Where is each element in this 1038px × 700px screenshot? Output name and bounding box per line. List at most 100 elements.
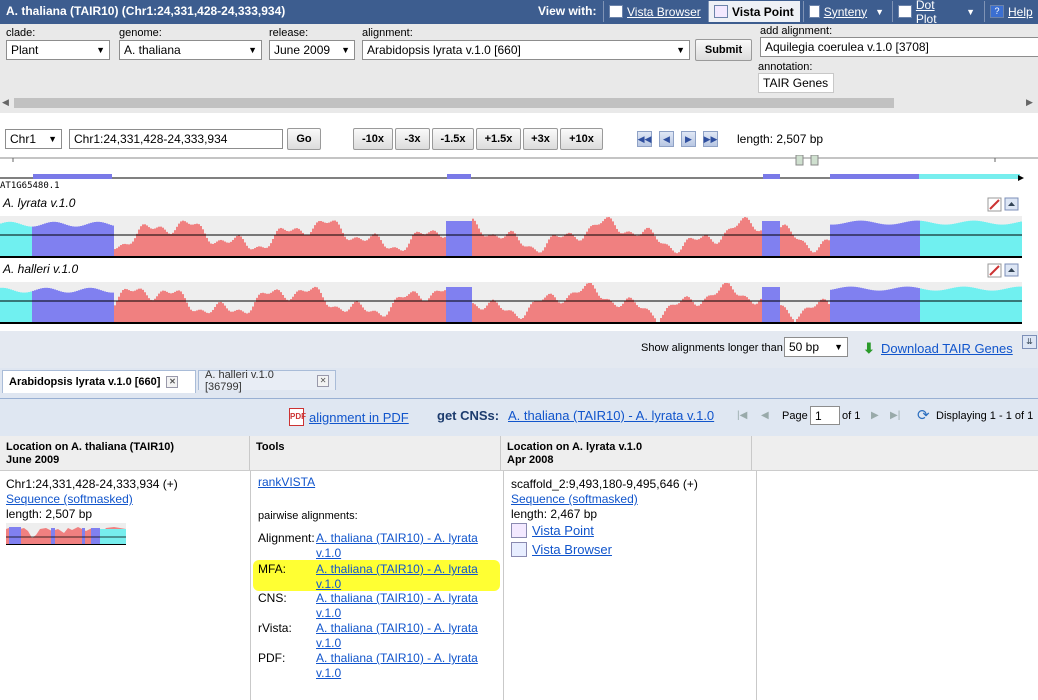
tab-arabidopsis-lyrata[interactable]: Arabidopsis lyrata v.1.0 [660] ✕ — [2, 370, 196, 393]
submit-button[interactable]: Submit — [695, 39, 752, 61]
download-genes-link[interactable]: Download TAIR Genes — [881, 341, 1013, 356]
conservation-bar — [590, 226, 592, 257]
conservation-bar — [696, 305, 698, 323]
dot-plot-icon — [898, 5, 912, 18]
conservation-bar — [966, 286, 968, 323]
scrollbar-thumb[interactable] — [14, 98, 894, 108]
prev-page-icon[interactable]: ◀ — [761, 410, 769, 421]
conservation-bar — [924, 289, 926, 323]
zoom-out-10x-button[interactable]: -10x — [353, 128, 393, 150]
conservation-bar — [962, 286, 964, 323]
conservation-bar — [898, 287, 900, 323]
tab-dot-plot[interactable]: Dot Plot ▼ — [892, 0, 980, 26]
close-icon[interactable]: ✕ — [166, 376, 179, 388]
column-header-location-thaliana[interactable]: Location on A. thaliana (TAIR10) June 20… — [0, 436, 250, 470]
expand-icon[interactable]: ⇊ — [1022, 335, 1037, 349]
tool-link-cns[interactable]: A. thaliana (TAIR10) - A. lyrata v.1.0 — [316, 591, 478, 621]
tab-synteny[interactable]: Synteny ▼ — [803, 1, 889, 22]
conservation-bar — [694, 239, 696, 257]
tool-link-mfa[interactable]: A. thaliana (TAIR10) - A. lyrata v.1.0 — [316, 562, 478, 592]
conservation-bar — [26, 292, 28, 323]
conservation-bar — [624, 300, 626, 323]
track-edit-icon[interactable] — [987, 197, 1002, 212]
conservation-bar — [62, 223, 64, 257]
tab-vista-point[interactable]: Vista Point — [708, 1, 800, 22]
conservation-bar — [218, 240, 220, 257]
alignment-pdf-link[interactable]: alignment in PDF — [309, 410, 409, 425]
jump-right-icon[interactable]: ▶▶ — [703, 131, 718, 147]
conservation-bar — [200, 309, 202, 323]
conservation-bar — [88, 287, 90, 323]
tab-vista-browser[interactable]: Vista Browser — [603, 1, 707, 22]
conservation-bar — [726, 230, 728, 257]
zoom-in-1-5x-button[interactable]: +1.5x — [476, 128, 521, 150]
step-right-icon[interactable]: ▶ — [681, 131, 696, 147]
conservation-bar — [558, 236, 560, 257]
add-alignment-select[interactable]: Aquilegia coerulea v.1.0 [3708] — [760, 37, 1038, 57]
step-left-icon[interactable]: ◀ — [659, 131, 674, 147]
zoom-in-10x-button[interactable]: +10x — [560, 128, 603, 150]
genome-select[interactable]: A. thaliana ▼ — [119, 40, 262, 60]
tool-link-rvista[interactable]: A. thaliana (TAIR10) - A. lyrata v.1.0 — [316, 621, 478, 651]
lyrata-sequence-link[interactable]: Sequence (softmasked) — [511, 492, 638, 507]
conservation-bar — [508, 310, 510, 323]
conservation-bar — [562, 236, 564, 257]
rankvista-link[interactable]: rankVISTA — [258, 475, 315, 490]
conservation-bar — [1006, 288, 1008, 323]
collapse-icon[interactable] — [1004, 197, 1019, 211]
annotation-select[interactable]: TAIR Genes — [758, 73, 834, 93]
conservation-bar — [856, 287, 858, 323]
tool-link-pdf[interactable]: A. thaliana (TAIR10) - A. lyrata v.1.0 — [316, 651, 478, 681]
conservation-bar — [308, 290, 310, 323]
conservation-bar — [424, 301, 426, 323]
thaliana-sequence-link[interactable]: Sequence (softmasked) — [6, 492, 133, 507]
tab-halleri-label: A. halleri v.1.0 [36799] — [205, 368, 274, 393]
last-page-icon[interactable]: ▶| — [890, 410, 900, 421]
conservation-bar — [550, 236, 552, 257]
tab-a-halleri[interactable]: A. halleri v.1.0 [36799] ✕ — [198, 368, 336, 393]
close-icon[interactable]: ✕ — [317, 374, 329, 387]
conservation-bar — [802, 310, 804, 323]
tab-help[interactable]: ? Help — [984, 1, 1038, 22]
header-line: Location on A. thaliana (TAIR10) — [6, 441, 175, 453]
conservation-bar — [470, 287, 472, 323]
page-input[interactable]: 1 — [810, 406, 840, 425]
column-header-tools[interactable]: Tools — [250, 436, 501, 470]
first-page-icon[interactable]: |◀ — [737, 410, 747, 421]
vista-browser-link[interactable]: Vista Browser — [532, 542, 612, 557]
vista-point-link[interactable]: Vista Point — [532, 523, 594, 538]
collapse-icon[interactable] — [1004, 263, 1019, 277]
zoom-in-3x-button[interactable]: +3x — [523, 128, 558, 150]
zoom-out-3x-button[interactable]: -3x — [395, 128, 430, 150]
release-select[interactable]: June 2009 ▼ — [269, 40, 355, 60]
tool-link-cns-line2: v.1.0 — [316, 606, 342, 620]
conservation-bar — [662, 314, 664, 323]
position-input[interactable]: Chr1:24,331,428-24,333,934 — [69, 129, 283, 149]
next-page-icon[interactable]: ▶ — [871, 410, 879, 421]
horizontal-scrollbar[interactable]: ◀ ▶ — [0, 96, 1038, 110]
jump-left-icon[interactable]: ◀◀ — [637, 131, 652, 147]
conservation-bar — [252, 306, 254, 323]
conservation-bar — [918, 288, 920, 323]
clade-select[interactable]: Plant ▼ — [6, 40, 110, 60]
chromosome-select[interactable]: Chr1 ▼ — [5, 129, 62, 149]
gene-model[interactable] — [0, 174, 1024, 181]
conservation-bar — [976, 288, 978, 323]
min-length-select[interactable]: 50 bp ▼ — [784, 337, 848, 357]
tool-link-alignment[interactable]: A. thaliana (TAIR10) - A. lyrata v.1.0 — [316, 531, 478, 561]
column-header-location-lyrata[interactable]: Location on A. lyrata v.1.0 Apr 2008 — [501, 436, 752, 470]
zoom-out-1-5x-button[interactable]: -1.5x — [432, 128, 474, 150]
conservation-bar — [170, 293, 172, 323]
conservation-bar — [958, 222, 960, 257]
conservation-bar — [902, 286, 904, 323]
scroll-left-icon[interactable]: ◀ — [2, 97, 9, 108]
alignment-select[interactable]: Arabidopsis lyrata v.1.0 [660] ▼ — [362, 40, 690, 60]
conservation-bar — [730, 228, 732, 257]
scroll-right-icon[interactable]: ▶ — [1026, 97, 1033, 108]
conservation-bar — [352, 238, 354, 257]
go-button[interactable]: Go — [287, 128, 321, 150]
get-cns-link[interactable]: A. thaliana (TAIR10) - A. lyrata v.1.0 — [508, 408, 714, 423]
refresh-icon[interactable]: ⟳ — [917, 406, 930, 424]
conservation-bar — [560, 303, 562, 323]
track-edit-icon[interactable] — [987, 263, 1002, 278]
